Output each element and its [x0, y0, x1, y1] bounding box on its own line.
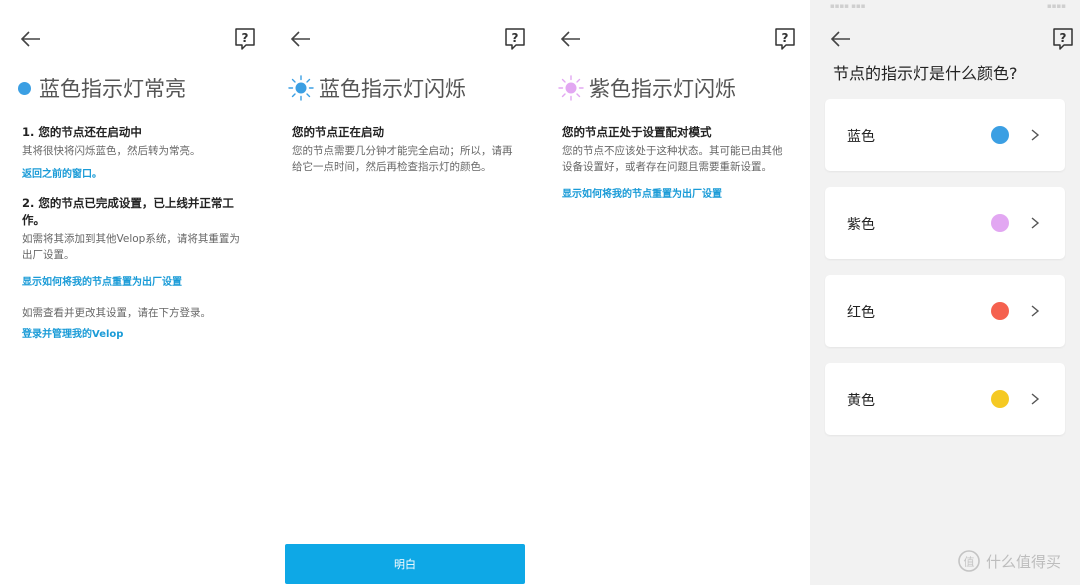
back-arrow-icon[interactable] [290, 28, 312, 50]
blue-dot-icon [991, 126, 1009, 144]
svg-text:?: ? [242, 31, 249, 45]
page-title: 蓝色指示灯常亮 [39, 77, 186, 101]
section-body: 如需查看并更改其设置，请在下方登录。 [22, 307, 211, 319]
factory-reset-link[interactable]: 显示如何将我的节点重置为出厂设置 [22, 275, 250, 291]
chevron-right-icon [1031, 129, 1040, 141]
svg-text:?: ? [1060, 31, 1067, 45]
color-option-yellow[interactable]: 黄色 [825, 363, 1065, 435]
watermark: 值 什么值得买 [958, 550, 1061, 572]
panel-blue-solid: ? 蓝色指示灯常亮 1. 您的节点还在启动中 其将很快将闪烁蓝色，然后转为常亮。… [0, 0, 270, 585]
page-title: 紫色指示灯闪烁 [589, 77, 736, 101]
back-arrow-icon[interactable] [20, 28, 42, 50]
help-content: 您的节点正处于设置配对模式 您的节点不应该处于这种状态。其可能已由其他设备设置好… [562, 124, 790, 203]
chevron-right-icon [1031, 305, 1040, 317]
flashing-purple-light-icon [558, 75, 584, 101]
purple-dot-icon [991, 214, 1009, 232]
color-option-blue[interactable]: 蓝色 [825, 99, 1065, 171]
help-question-icon[interactable]: ? [504, 27, 526, 51]
chevron-right-icon [1031, 393, 1040, 405]
section-body: 您的节点不应该处于这种状态。其可能已由其他设备设置好，或者存在问题且需要重新设置… [562, 145, 783, 173]
red-dot-icon [991, 302, 1009, 320]
got-it-button[interactable]: 明白 [285, 544, 525, 584]
svg-text:?: ? [512, 31, 519, 45]
help-question-icon[interactable]: ? [774, 27, 796, 51]
panel-color-picker: ▪▪▪▪ ▪▪▪ ▪▪▪▪ ? 节点的指示灯是什么颜色? 蓝色 紫色 红色 黄色… [810, 0, 1080, 585]
page-title: 节点的指示灯是什么颜色? [833, 64, 1018, 83]
section-heading: 您的节点正处于设置配对模式 [562, 125, 712, 139]
section-body: 如需将其添加到其他Velop系统，请将其重置为出厂设置。 [22, 233, 240, 261]
watermark-logo-icon: 值 [958, 550, 980, 572]
help-question-icon[interactable]: ? [1052, 27, 1074, 51]
color-option-label: 黄色 [847, 393, 875, 409]
solid-light-icon [18, 81, 31, 95]
section-heading: 您的节点正在启动 [292, 125, 384, 139]
status-bar-left: ▪▪▪▪ ▪▪▪ [830, 2, 866, 10]
yellow-dot-icon [991, 390, 1009, 408]
login-manage-link[interactable]: 登录并管理我的Velop [22, 327, 250, 343]
panel-purple-flashing: ? 紫色指示灯闪烁 您的节点正处于设置配对模式 您的节点不应该处于这种状态。其可… [540, 0, 810, 585]
watermark-text: 什么值得买 [986, 552, 1062, 571]
color-option-red[interactable]: 红色 [825, 275, 1065, 347]
back-arrow-icon[interactable] [830, 28, 852, 50]
status-heading: 蓝色指示灯闪烁 [288, 73, 466, 103]
section-body: 您的节点需要几分钟才能完全启动；所以，请再给它一点时间，然后再检查指示灯的颜色。 [292, 145, 513, 173]
color-option-label: 紫色 [847, 217, 875, 233]
watermark-logo-text: 值 [964, 556, 975, 569]
color-option-purple[interactable]: 紫色 [825, 187, 1065, 259]
back-arrow-icon[interactable] [560, 28, 582, 50]
panel-blue-flashing: ? 蓝色指示灯闪烁 您的节点正在启动 您的节点需要几分钟才能完全启动；所以，请再… [270, 0, 540, 585]
help-content: 1. 您的节点还在启动中 其将很快将闪烁蓝色，然后转为常亮。 返回之前的窗口。 … [22, 124, 250, 343]
color-option-label: 红色 [847, 305, 875, 321]
status-bar-right: ▪▪▪▪ [1047, 2, 1066, 10]
section-heading: 2. 您的节点已完成设置，已上线并正常工作。 [22, 196, 234, 227]
status-heading: 蓝色指示灯常亮 [18, 73, 186, 103]
section-body: 其将很快将闪烁蓝色，然后转为常亮。 [22, 145, 201, 157]
factory-reset-link[interactable]: 显示如何将我的节点重置为出厂设置 [562, 187, 790, 203]
section-heading: 1. 您的节点还在启动中 [22, 125, 142, 139]
color-option-label: 蓝色 [847, 129, 875, 145]
help-question-icon[interactable]: ? [234, 27, 256, 51]
chevron-right-icon [1031, 217, 1040, 229]
flashing-blue-light-icon [288, 75, 314, 101]
return-previous-link[interactable]: 返回之前的窗口。 [22, 167, 250, 183]
help-content: 您的节点正在启动 您的节点需要几分钟才能完全启动；所以，请再给它一点时间，然后再… [292, 124, 520, 175]
page-title: 蓝色指示灯闪烁 [319, 77, 466, 101]
status-heading: 紫色指示灯闪烁 [558, 73, 736, 103]
svg-text:?: ? [782, 31, 789, 45]
